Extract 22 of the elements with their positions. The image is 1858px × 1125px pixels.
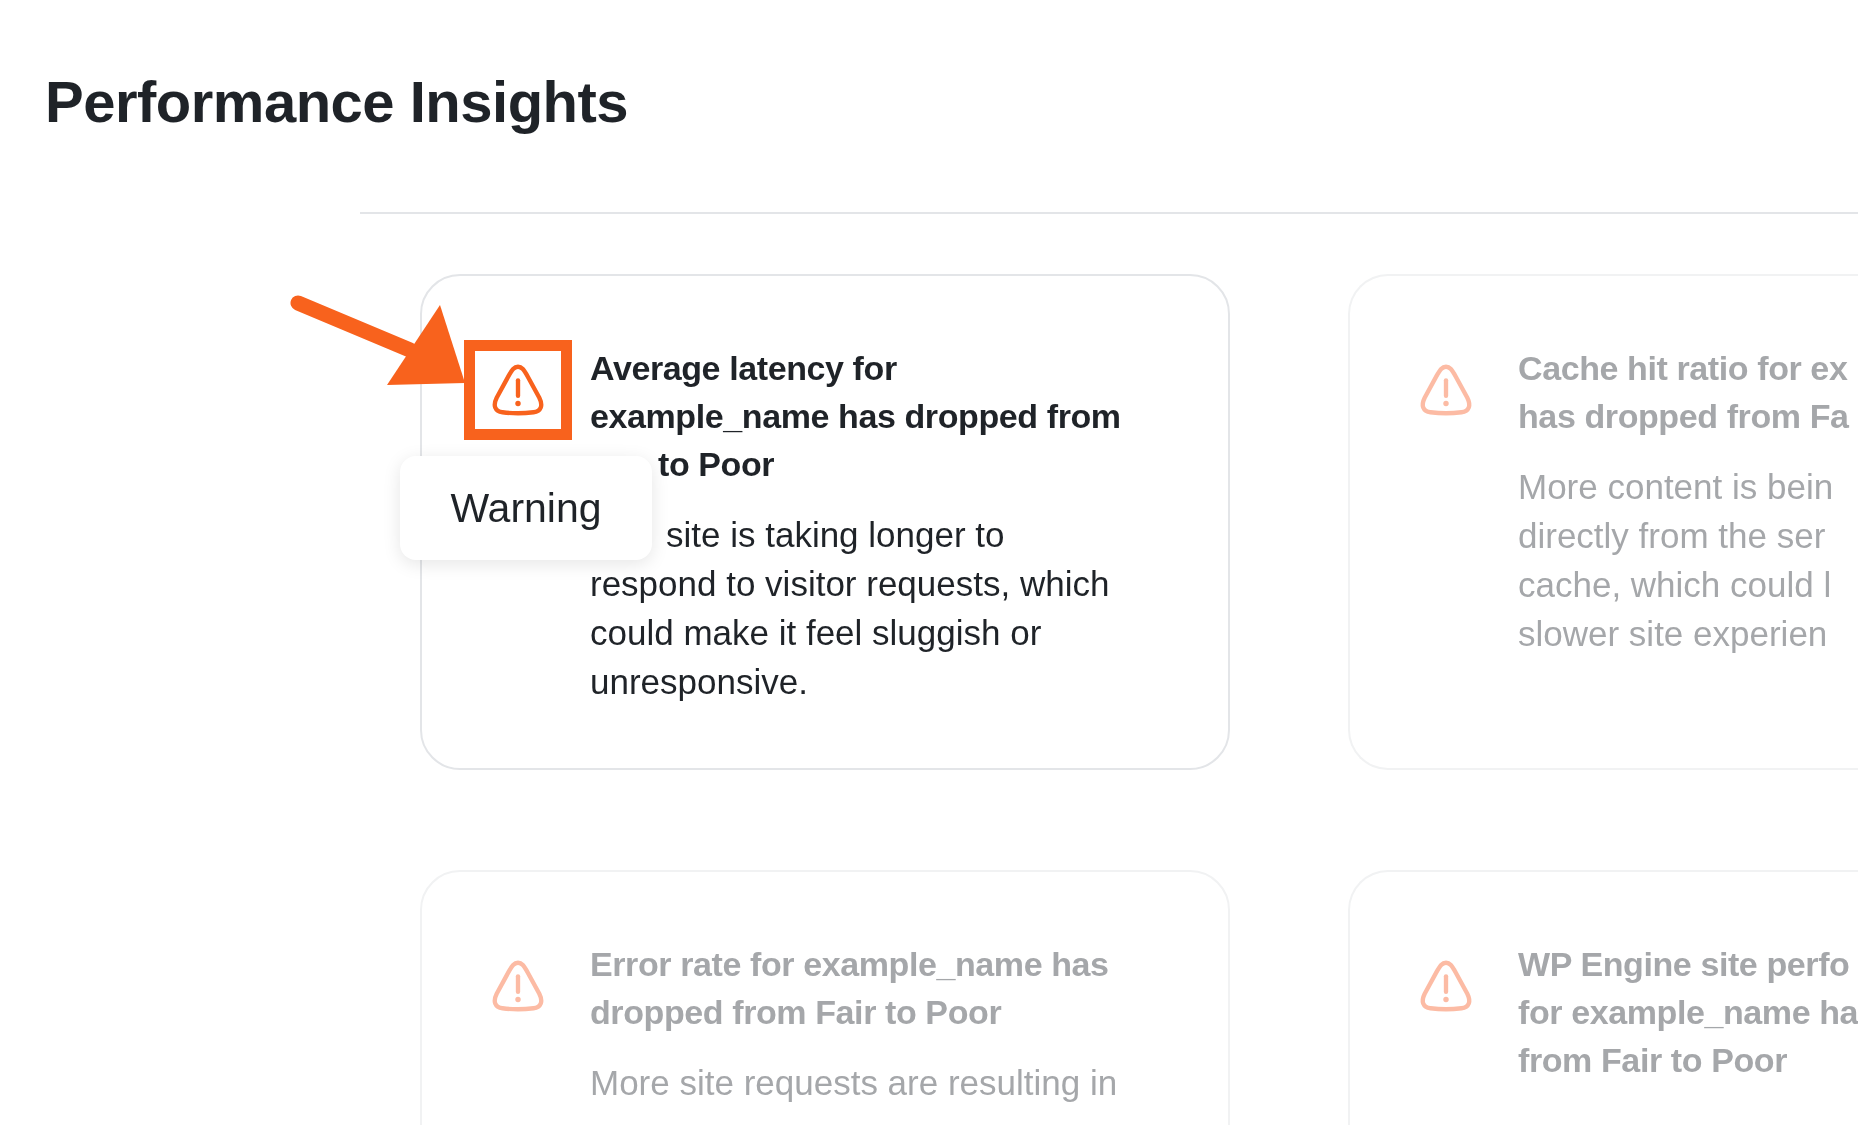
page-title: Performance Insights xyxy=(44,68,630,132)
card-description-line: directly from the ser xyxy=(1518,515,1826,557)
card-description-line: could make it feel sluggish or xyxy=(590,612,1042,654)
card-title-line: WP Engine site perfo xyxy=(1518,944,1850,985)
card-title-line: to Poor xyxy=(658,444,775,485)
card-description-line: respond to visitor requests, which xyxy=(590,563,1110,605)
card-title-line: example_name has dropped from xyxy=(590,396,1121,437)
card-title-line: dropped from Fair to Poor xyxy=(590,992,1002,1033)
warning-icon[interactable] xyxy=(464,340,572,440)
card-title-line: Error rate for example_name has xyxy=(590,944,1109,985)
card-description-line: cache, which could l xyxy=(1518,564,1832,606)
card-description-line: More site requests are resulting in xyxy=(590,1062,1118,1104)
card-description-line: More content is bein xyxy=(1518,466,1834,508)
card-title-line: has dropped from Fa xyxy=(1518,396,1849,437)
tooltip: Warning xyxy=(400,456,652,560)
card-title-line: from Fair to Poor xyxy=(1518,1040,1787,1081)
card-description-line: unresponsive. xyxy=(590,661,808,703)
card-title-line: for example_name ha xyxy=(1518,992,1858,1033)
card-description-line: site is taking longer to xyxy=(666,514,1005,556)
card-description-line: slower site experien xyxy=(1518,613,1828,655)
card-title-line: Cache hit ratio for ex xyxy=(1518,348,1848,389)
card-title-line: Average latency for xyxy=(590,348,897,389)
